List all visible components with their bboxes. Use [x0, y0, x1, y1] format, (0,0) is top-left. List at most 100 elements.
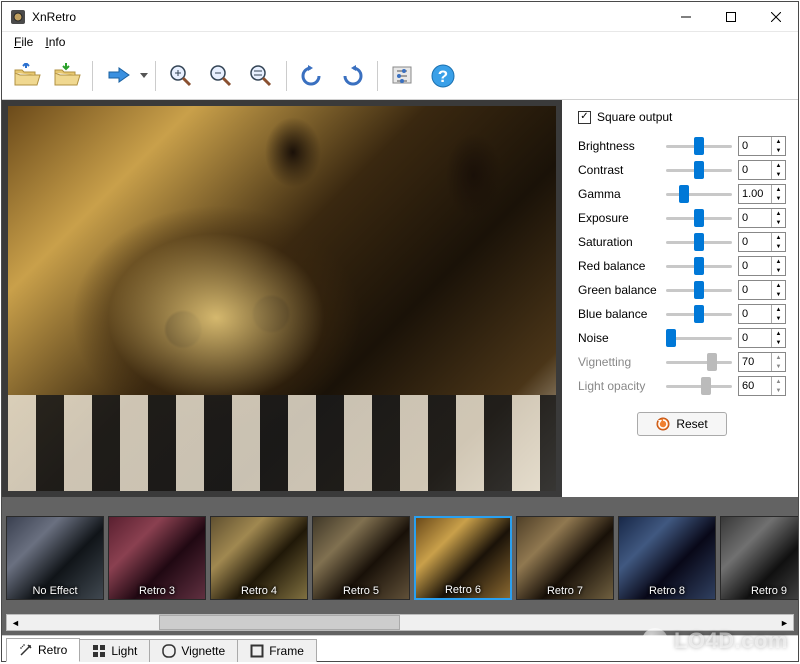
tab-vignette[interactable]: Vignette — [149, 639, 238, 662]
close-button[interactable] — [753, 2, 798, 31]
maximize-button[interactable] — [708, 2, 753, 31]
spinner-brightness[interactable]: ▲▼ — [738, 136, 786, 156]
effect-retro5[interactable]: Retro 5 — [312, 516, 410, 600]
menu-file[interactable]: File — [8, 33, 39, 51]
share-button[interactable] — [99, 57, 137, 95]
zoom-fit-button[interactable] — [242, 57, 280, 95]
effect-retro9[interactable]: Retro 9 — [720, 516, 798, 600]
reset-icon — [656, 417, 670, 431]
spinner-down[interactable]: ▼ — [772, 194, 785, 203]
tab-light[interactable]: Light — [79, 639, 150, 662]
open-button[interactable] — [8, 57, 46, 95]
tab-frame[interactable]: Frame — [237, 639, 317, 662]
help-button[interactable]: ? — [424, 57, 462, 95]
spinner-up[interactable]: ▲ — [772, 233, 785, 242]
tab-retro[interactable]: Retro — [6, 638, 80, 662]
spinner-input-green_balance[interactable] — [739, 281, 771, 299]
spinner-blue_balance[interactable]: ▲▼ — [738, 304, 786, 324]
spinner-input-vignetting[interactable] — [739, 353, 771, 371]
reset-button[interactable]: Reset — [637, 412, 726, 436]
scroll-right-button[interactable]: ► — [776, 615, 793, 630]
spinner-down[interactable]: ▼ — [772, 146, 785, 155]
spinner-input-red_balance[interactable] — [739, 257, 771, 275]
toolbar: ? — [2, 52, 798, 100]
zoom-out-button[interactable] — [202, 57, 240, 95]
scrollbar-handle[interactable] — [159, 615, 400, 630]
slider-saturation[interactable] — [666, 233, 732, 251]
slider-brightness[interactable] — [666, 137, 732, 155]
image-preview[interactable] — [2, 100, 562, 497]
save-button[interactable] — [48, 57, 86, 95]
slider-exposure[interactable] — [666, 209, 732, 227]
spinner-up[interactable]: ▲ — [772, 185, 785, 194]
spinner-up[interactable]: ▲ — [772, 257, 785, 266]
spinner-exposure[interactable]: ▲▼ — [738, 208, 786, 228]
effect-label: Retro 7 — [517, 585, 613, 599]
spinner-down[interactable]: ▼ — [772, 290, 785, 299]
rotate-ccw-button[interactable] — [293, 57, 331, 95]
effect-retro6[interactable]: Retro 6 — [414, 516, 512, 600]
slider-row-saturation: Saturation▲▼ — [578, 230, 786, 254]
spinner-input-noise[interactable] — [739, 329, 771, 347]
spinner-input-gamma[interactable] — [739, 185, 771, 203]
minimize-button[interactable] — [663, 2, 708, 31]
tab-label: Vignette — [181, 644, 225, 658]
slider-contrast[interactable] — [666, 161, 732, 179]
effect-retro8[interactable]: Retro 8 — [618, 516, 716, 600]
slider-blue_balance[interactable] — [666, 305, 732, 323]
slider-green_balance[interactable] — [666, 281, 732, 299]
rotate-cw-button[interactable] — [333, 57, 371, 95]
effect-retro4[interactable]: Retro 4 — [210, 516, 308, 600]
slider-gamma[interactable] — [666, 185, 732, 203]
spinner-input-blue_balance[interactable] — [739, 305, 771, 323]
slider-red_balance[interactable] — [666, 257, 732, 275]
spinner-down[interactable]: ▼ — [772, 170, 785, 179]
spinner-down[interactable]: ▼ — [772, 338, 785, 347]
effect-noeffect[interactable]: No Effect — [6, 516, 104, 600]
spinner-contrast[interactable]: ▲▼ — [738, 160, 786, 180]
spinner-down[interactable]: ▼ — [772, 386, 785, 395]
effect-retro3[interactable]: Retro 3 — [108, 516, 206, 600]
spinner-saturation[interactable]: ▲▼ — [738, 232, 786, 252]
share-dropdown[interactable] — [139, 73, 149, 79]
spinner-green_balance[interactable]: ▲▼ — [738, 280, 786, 300]
zoom-in-button[interactable] — [162, 57, 200, 95]
spinner-up[interactable]: ▲ — [772, 329, 785, 338]
spinner-up[interactable]: ▲ — [772, 281, 785, 290]
spinner-input-contrast[interactable] — [739, 161, 771, 179]
slider-row-gamma: Gamma▲▼ — [578, 182, 786, 206]
spinner-down[interactable]: ▼ — [772, 242, 785, 251]
spinner-noise[interactable]: ▲▼ — [738, 328, 786, 348]
spinner-up[interactable]: ▲ — [772, 161, 785, 170]
spinner-input-brightness[interactable] — [739, 137, 771, 155]
slider-noise[interactable] — [666, 329, 732, 347]
square-output-label: Square output — [597, 110, 672, 124]
scroll-left-button[interactable]: ◄ — [7, 615, 24, 630]
app-title: XnRetro — [32, 10, 663, 24]
spinner-red_balance[interactable]: ▲▼ — [738, 256, 786, 276]
spinner-down[interactable]: ▼ — [772, 218, 785, 227]
spinner-up[interactable]: ▲ — [772, 377, 785, 386]
slider-light_opacity[interactable] — [666, 377, 732, 395]
spinner-down[interactable]: ▼ — [772, 362, 785, 371]
spinner-light_opacity[interactable]: ▲▼ — [738, 376, 786, 396]
spinner-up[interactable]: ▲ — [772, 353, 785, 362]
spinner-input-saturation[interactable] — [739, 233, 771, 251]
slider-vignetting[interactable] — [666, 353, 732, 371]
spinner-up[interactable]: ▲ — [772, 305, 785, 314]
spinner-down[interactable]: ▼ — [772, 314, 785, 323]
effects-scrollbar[interactable]: ◄ ► — [6, 614, 794, 631]
menu-info[interactable]: Info — [39, 33, 71, 51]
spinner-input-exposure[interactable] — [739, 209, 771, 227]
spinner-gamma[interactable]: ▲▼ — [738, 184, 786, 204]
spinner-up[interactable]: ▲ — [772, 137, 785, 146]
settings-button[interactable] — [384, 57, 422, 95]
spinner-up[interactable]: ▲ — [772, 209, 785, 218]
effect-label: Retro 6 — [416, 584, 510, 598]
spinner-input-light_opacity[interactable] — [739, 377, 771, 395]
spinner-down[interactable]: ▼ — [772, 266, 785, 275]
square-output-checkbox[interactable]: ✓ Square output — [578, 110, 786, 124]
effect-retro7[interactable]: Retro 7 — [516, 516, 614, 600]
spinner-vignetting[interactable]: ▲▼ — [738, 352, 786, 372]
scrollbar-track[interactable] — [24, 615, 776, 630]
